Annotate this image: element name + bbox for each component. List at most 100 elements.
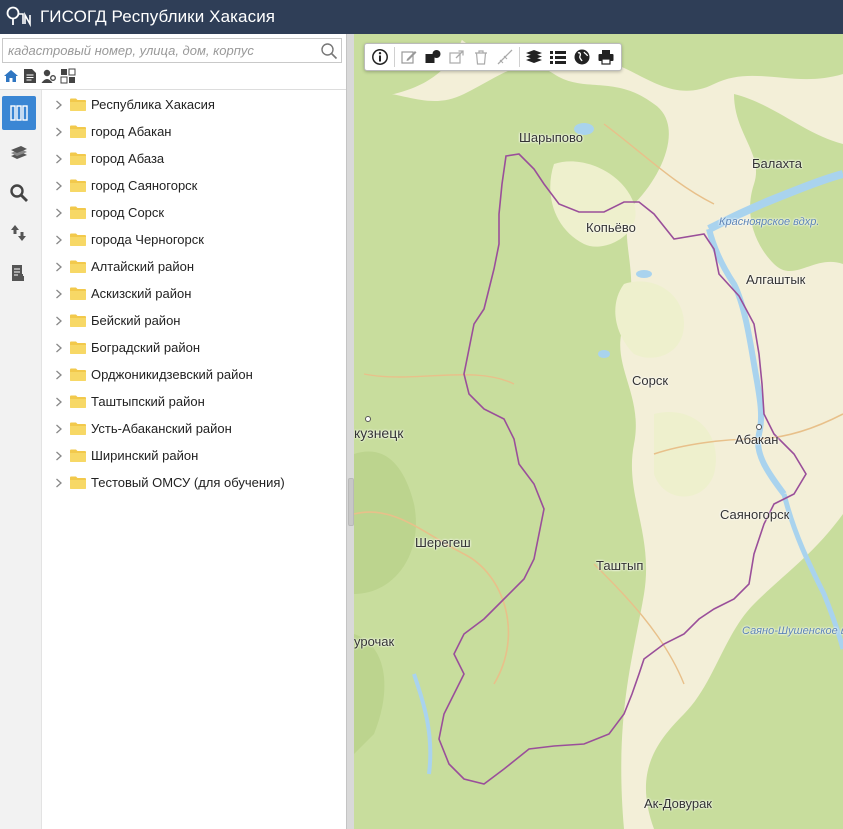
grid-icon[interactable] (59, 67, 76, 84)
tree-item-label: Ширинский район (91, 448, 199, 463)
abakan-city-marker (756, 424, 762, 430)
map-label-turochak: урочак (354, 634, 395, 649)
tree-item[interactable]: Республика Хакасия (48, 91, 344, 118)
home-icon[interactable] (2, 67, 19, 84)
tree-item[interactable]: Аскизский район (48, 280, 344, 307)
tree-item-label: Республика Хакасия (91, 97, 215, 112)
layers-book-icon[interactable] (2, 136, 36, 170)
chevron-right-icon[interactable] (52, 287, 66, 301)
list-icon[interactable] (546, 45, 570, 69)
tree-item[interactable]: Боградский район (48, 334, 344, 361)
tree-item[interactable]: Таштыпский район (48, 388, 344, 415)
map-label-abakan: Абакан (735, 432, 779, 447)
catalog-icon[interactable] (2, 96, 36, 130)
tree-item[interactable]: Ширинский район (48, 442, 344, 469)
map-label-kopyevo: Копьёво (586, 220, 636, 235)
map-label-algashtyk: Алгаштык (746, 272, 806, 287)
export-icon[interactable] (445, 45, 469, 69)
chevron-right-icon[interactable] (52, 449, 66, 463)
map-label-novokuznetsk: кузнецк (354, 425, 404, 441)
folder-icon (70, 260, 86, 274)
chevron-right-icon[interactable] (52, 476, 66, 490)
chevron-right-icon[interactable] (52, 98, 66, 112)
globe-icon[interactable] (570, 45, 594, 69)
chevron-right-icon[interactable] (52, 152, 66, 166)
novokuznetsk-city-marker (365, 416, 371, 422)
chevron-right-icon[interactable] (52, 368, 66, 382)
panel-splitter[interactable] (346, 34, 354, 829)
toolbar-separator (519, 47, 520, 67)
search-icon[interactable] (317, 40, 341, 62)
map-label-krasnoyarsk-reservoir: Красноярское вдхр. (719, 216, 820, 228)
search-side-icon[interactable] (2, 176, 36, 210)
tree-item-label: Аскизский район (91, 286, 192, 301)
chevron-right-icon[interactable] (52, 314, 66, 328)
map-label-ak-dovurak: Ак-Довурак (644, 796, 712, 811)
map-label-tashtyp: Таштып (596, 558, 644, 573)
edit-icon[interactable] (397, 45, 421, 69)
folder-icon (70, 368, 86, 382)
chevron-right-icon[interactable] (52, 422, 66, 436)
tree-item-label: Усть-Абаканский район (91, 421, 232, 436)
side-nav (0, 90, 42, 829)
panel-divider (0, 89, 346, 90)
tree-item[interactable]: Бейский район (48, 307, 344, 334)
folder-icon (70, 98, 86, 112)
chevron-right-icon[interactable] (52, 260, 66, 274)
shapes-icon[interactable] (421, 45, 445, 69)
map-label-sheregesh: Шерегеш (415, 535, 471, 550)
folder-icon (70, 422, 86, 436)
tree-item[interactable]: Тестовый ОМСУ (для обучения) (48, 469, 344, 496)
tree-item-label: Орджоникидзевский район (91, 367, 253, 382)
map-label-sharypovo: Шарыпово (519, 130, 583, 145)
map-label-sorsk: Сорск (632, 373, 669, 388)
info-icon[interactable] (368, 45, 392, 69)
chevron-right-icon[interactable] (52, 206, 66, 220)
territory-tree: Республика Хакасия город Абакан город Абаз… (48, 91, 344, 496)
folder-icon (70, 179, 86, 193)
tree-item[interactable]: города Черногорск (48, 226, 344, 253)
measure-icon[interactable] (493, 45, 517, 69)
user-search-icon[interactable] (40, 67, 57, 84)
trash-icon[interactable] (469, 45, 493, 69)
document-icon[interactable] (21, 67, 38, 84)
tree-item[interactable]: город Саяногорск (48, 172, 344, 199)
app-title: ГИСОГД Республики Хакасия (40, 7, 276, 26)
transfer-icon[interactable] (2, 216, 36, 250)
toolbar-separator (394, 47, 395, 67)
tree-item[interactable]: город Сорск (48, 199, 344, 226)
report-icon[interactable] (2, 256, 36, 290)
folder-icon (70, 287, 86, 301)
folder-icon (70, 152, 86, 166)
folder-icon (70, 341, 86, 355)
tree-item[interactable]: Орджоникидзевский район (48, 361, 344, 388)
folder-icon (70, 476, 86, 490)
tree-item[interactable]: Алтайский район (48, 253, 344, 280)
tree-item-label: Алтайский район (91, 259, 195, 274)
layers-icon[interactable] (522, 45, 546, 69)
folder-icon (70, 125, 86, 139)
tree-item-label: города Черногорск (91, 232, 204, 247)
mini-toolbar (2, 67, 76, 85)
folder-icon (70, 314, 86, 328)
print-icon[interactable] (594, 45, 618, 69)
chevron-right-icon[interactable] (52, 395, 66, 409)
tree-item-label: город Сорск (91, 205, 165, 220)
map-label-sayano-reservoir: Саяно-Шушенское в (742, 625, 843, 637)
chevron-right-icon[interactable] (52, 341, 66, 355)
map-view[interactable]: Шарыпово Копьёво Балахта Красноярское вд… (354, 34, 843, 829)
chevron-right-icon[interactable] (52, 233, 66, 247)
app-header: ГИСОГД Республики Хакасия (0, 0, 843, 34)
app-logo-icon (4, 2, 34, 32)
folder-icon (70, 206, 86, 220)
tree-item[interactable]: город Абаза (48, 145, 344, 172)
tree-item[interactable]: город Абакан (48, 118, 344, 145)
tree-item-label: город Саяногорск (91, 178, 198, 193)
chevron-right-icon[interactable] (52, 125, 66, 139)
map-toolbar (364, 43, 622, 71)
chevron-right-icon[interactable] (52, 179, 66, 193)
tree-item[interactable]: Усть-Абаканский район (48, 415, 344, 442)
search-input[interactable] (3, 39, 317, 62)
tree-item-label: Таштыпский район (91, 394, 205, 409)
folder-icon (70, 395, 86, 409)
